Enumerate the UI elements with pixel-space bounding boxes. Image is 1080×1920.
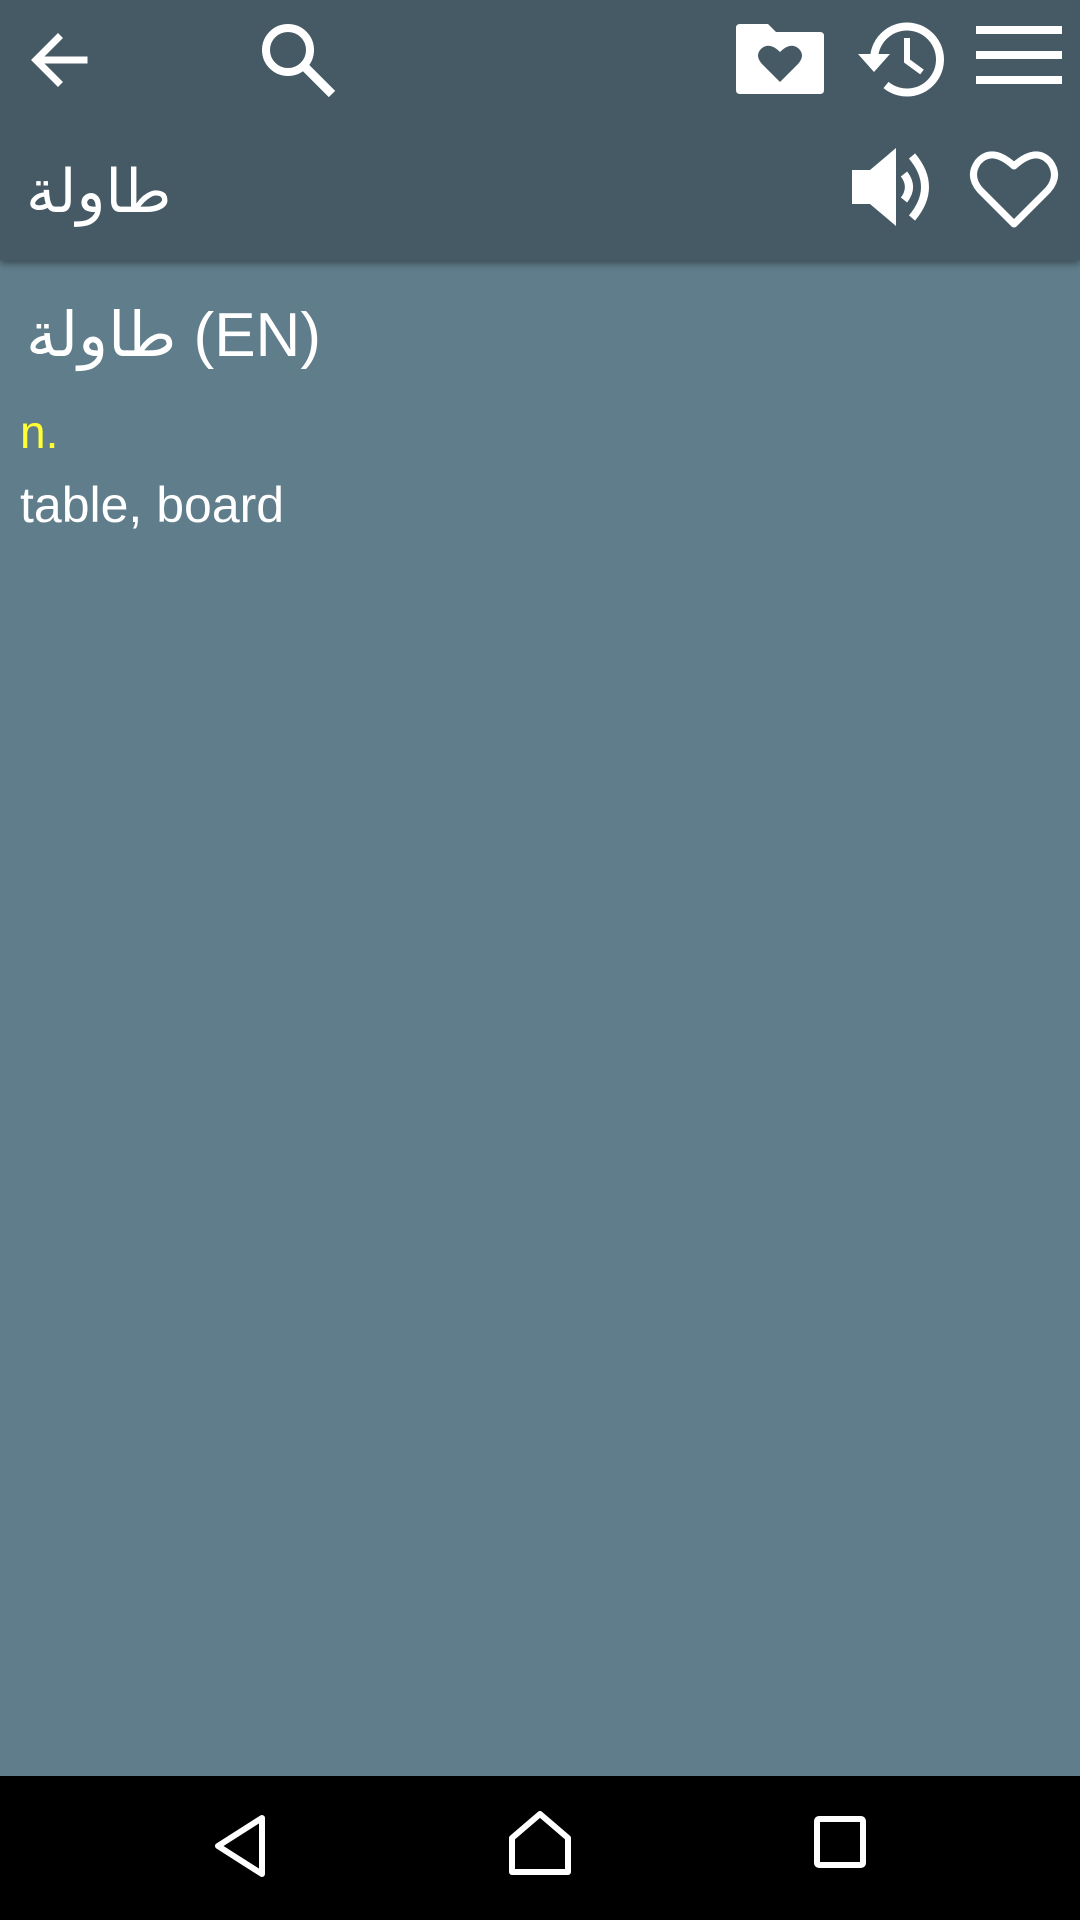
app-toolbar: طاولة	[0, 0, 1080, 260]
back-arrow-icon[interactable]	[18, 18, 102, 102]
speaker-icon[interactable]	[850, 144, 942, 230]
menu-icon[interactable]	[976, 22, 1062, 88]
entry-language: (EN)	[193, 301, 321, 370]
part-of-speech: n.	[20, 406, 59, 458]
favorites-folder-icon[interactable]	[734, 18, 826, 98]
dictionary-entry: طاولة (EN) n. table, board	[0, 260, 1080, 1776]
entry-heading: طاولة (EN)	[26, 294, 321, 378]
history-icon[interactable]	[850, 14, 946, 104]
word-title: طاولة	[26, 158, 172, 225]
heart-outline-icon[interactable]	[968, 144, 1060, 230]
nav-recents-icon[interactable]	[814, 1816, 866, 1868]
nav-back-icon[interactable]	[212, 1814, 268, 1878]
definition-text: table, board	[20, 477, 285, 533]
nav-home-icon[interactable]	[508, 1810, 572, 1876]
entry-word: طاولة	[26, 301, 177, 370]
system-nav-bar	[0, 1776, 1080, 1920]
search-icon[interactable]	[252, 14, 342, 104]
